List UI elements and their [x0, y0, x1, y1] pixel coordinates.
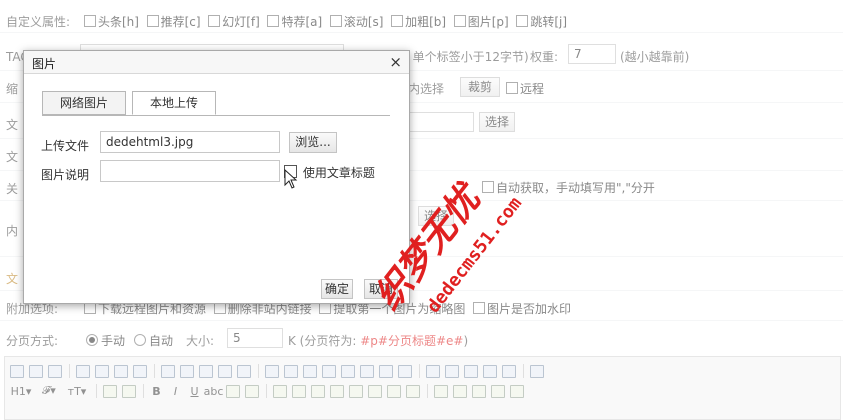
image-dialog: 图片 × 网络图片 本地上传 上传文件 dedehtml3.jpg 浏览... …: [23, 50, 410, 304]
ok-button[interactable]: 确定: [321, 279, 353, 299]
tab-local-upload[interactable]: 本地上传: [132, 91, 216, 115]
dialog-tabs: 网络图片 本地上传: [42, 91, 390, 116]
tab-web-image[interactable]: 网络图片: [42, 91, 126, 115]
file-path-input[interactable]: dedehtml3.jpg: [100, 131, 280, 153]
dialog-title: 图片: [32, 57, 57, 71]
upload-file-label: 上传文件: [41, 139, 90, 153]
mouse-cursor-icon: [284, 169, 298, 189]
browse-button[interactable]: 浏览...: [289, 132, 337, 153]
dialog-header: 图片 ×: [24, 51, 409, 74]
close-icon[interactable]: ×: [389, 53, 402, 71]
cancel-button[interactable]: 取消: [364, 279, 398, 299]
image-desc-input[interactable]: [100, 160, 280, 182]
image-desc-label: 图片说明: [41, 168, 90, 182]
